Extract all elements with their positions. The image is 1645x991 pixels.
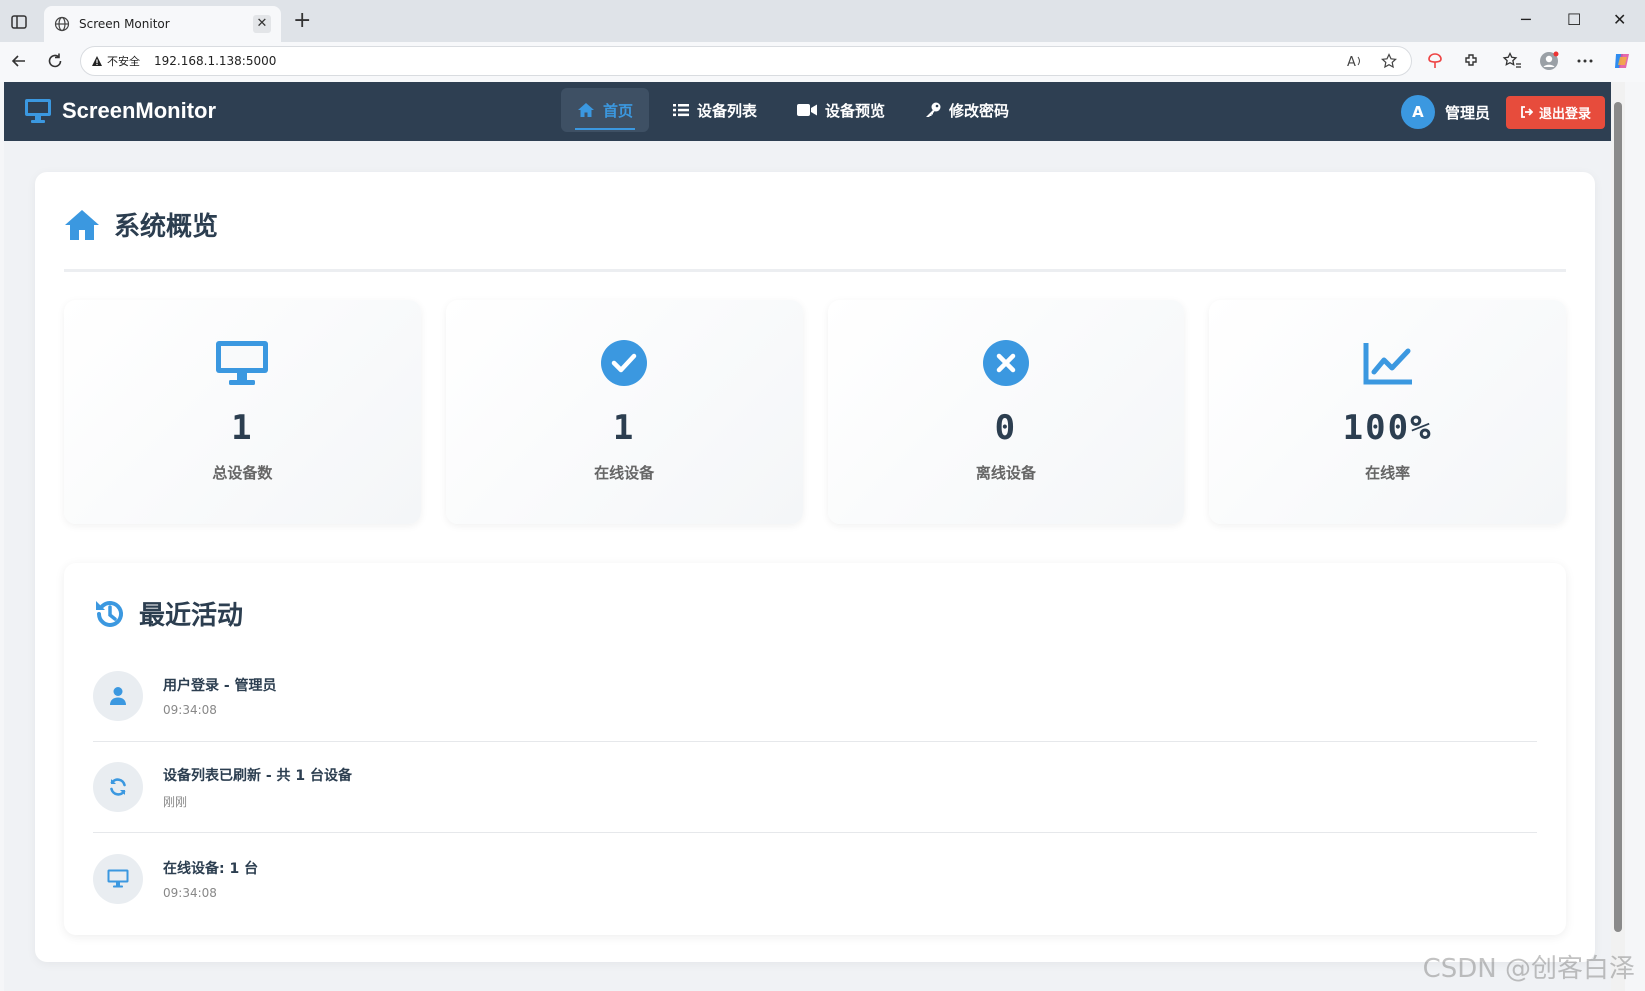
stats-row: 1 总设备数 1 在线设备 0 离线设备 1 00% 在线率	[64, 300, 1566, 524]
nav-change-password[interactable]: 修改密码	[909, 88, 1025, 132]
check-circle-icon	[601, 340, 648, 386]
tab-title: Screen Monitor	[79, 17, 170, 31]
nav-change-password-label: 修改密码	[949, 101, 1010, 120]
stat-label: 在线设备	[594, 464, 655, 482]
desktop-logo-icon	[25, 99, 51, 123]
globe-icon	[54, 16, 70, 32]
overview-panel: 系统概览 1 总设备数 1 在线设备 0 离线设备 100% 在线率 最近活动 …	[35, 172, 1595, 962]
header-divider	[64, 269, 1566, 272]
key-icon	[926, 102, 941, 117]
svg-text:A: A	[1347, 55, 1356, 69]
stat-card-offline-devices: 0 离线设备	[827, 300, 1185, 524]
url-text[interactable]: 192.168.1.138:5000	[154, 54, 276, 68]
favorites-icon[interactable]	[1502, 51, 1522, 71]
security-warning[interactable]: 不安全	[91, 53, 140, 69]
minimize-button[interactable]: ─	[1521, 10, 1531, 29]
desktop-icon	[216, 341, 269, 385]
nav-home-label: 首页	[603, 101, 634, 120]
reload-icon[interactable]	[45, 51, 65, 71]
refresh-icon	[110, 778, 126, 796]
nav-device-preview[interactable]: 设备预览	[781, 88, 901, 132]
activity-text: 用户登录 - 管理员	[163, 678, 277, 694]
activity-time: 09:34:08	[163, 885, 217, 900]
activity-item: 在线设备: 1 台 09:34:08	[93, 833, 1537, 924]
tab-actions-icon[interactable]	[10, 13, 28, 31]
stat-value: 1	[612, 408, 636, 448]
stat-label: 离线设备	[975, 464, 1036, 482]
warning-icon	[92, 56, 102, 66]
stat-label: 在线率	[1365, 464, 1411, 482]
activity-item: 设备列表已刷新 - 共 1 台设备 刚刚	[93, 742, 1537, 833]
stat-label: 总设备数	[212, 464, 273, 482]
activity-header: 最近活动	[93, 595, 243, 632]
line-chart-icon	[1363, 343, 1412, 385]
overview-header: 系统概览	[64, 206, 218, 243]
new-tab-button[interactable]: +	[293, 10, 311, 32]
tab-close-icon[interactable]: ✕	[253, 15, 271, 33]
top-navbar: ScreenMonitor 首页 设备列表 设备预览 修改密码 A 管理员 退出…	[4, 82, 1625, 141]
sign-out-icon	[1521, 106, 1533, 118]
logout-button[interactable]: 退出登录	[1505, 95, 1605, 129]
overview-title: 系统概览	[114, 212, 219, 242]
activity-time: 刚刚	[163, 794, 188, 809]
user-name: 管理员	[1444, 103, 1490, 122]
close-window-button[interactable]: ✕	[1613, 10, 1626, 29]
extensions-icon[interactable]	[1462, 51, 1482, 71]
browser-tabstrip: Screen Monitor ✕ + ─ ☐ ✕	[0, 0, 1645, 42]
logout-label: 退出登录	[1538, 106, 1591, 122]
list-icon	[673, 104, 690, 117]
video-icon	[797, 104, 818, 116]
nav-device-list-label: 设备列表	[697, 101, 758, 120]
back-icon[interactable]	[9, 51, 29, 71]
stat-card-total-devices: 1 总设备数	[64, 300, 421, 524]
nav-home[interactable]: 首页	[561, 88, 650, 132]
address-bar[interactable]: 不安全 192.168.1.138:5000 A	[80, 46, 1412, 76]
read-aloud-icon[interactable]: A	[1347, 53, 1363, 69]
user-avatar[interactable]: A	[1400, 95, 1435, 129]
browser-tab[interactable]: Screen Monitor ✕	[44, 6, 281, 42]
activity-text: 在线设备: 1 台	[163, 860, 259, 877]
favorite-star-icon[interactable]	[1381, 53, 1397, 69]
stat-value: 100%	[1342, 408, 1433, 448]
stat-card-online-devices: 1 在线设备	[445, 300, 803, 524]
activity-list: 用户登录 - 管理员 09:34:08 设备列表已刷新 - 共 1 台设备 刚刚	[93, 651, 1537, 924]
copilot-icon[interactable]	[1612, 51, 1632, 71]
home-icon	[578, 103, 594, 117]
maximize-button[interactable]: ☐	[1567, 10, 1581, 29]
user-area: A 管理员 退出登录	[1400, 95, 1605, 129]
activity-text: 设备列表已刷新 - 共 1 台设备	[163, 767, 353, 784]
user-icon	[110, 687, 126, 705]
history-icon	[96, 600, 123, 627]
app-viewport: ScreenMonitor 首页 设备列表 设备预览 修改密码 A 管理员 退出…	[4, 82, 1625, 991]
extension-lipstick-icon[interactable]	[1425, 51, 1445, 71]
main-nav: 首页 设备列表 设备预览 修改密码	[561, 88, 1025, 132]
security-label: 不安全	[107, 55, 140, 68]
page-scrollbar[interactable]	[1611, 82, 1625, 991]
scrollbar-thumb[interactable]	[1614, 102, 1622, 932]
nav-device-list[interactable]: 设备列表	[657, 88, 773, 132]
stat-card-online-rate: 100% 在线率	[1209, 300, 1566, 524]
profile-avatar-icon[interactable]	[1539, 51, 1559, 71]
home-icon	[65, 209, 99, 240]
desktop-icon	[107, 869, 129, 888]
more-icon[interactable]	[1575, 51, 1595, 71]
activity-item: 用户登录 - 管理员 09:34:08	[93, 651, 1537, 742]
brand[interactable]: ScreenMonitor	[24, 98, 216, 124]
watermark: CSDN @创客白泽	[1422, 954, 1635, 984]
activity-title: 最近活动	[139, 601, 244, 631]
brand-name: ScreenMonitor	[62, 98, 217, 123]
stat-value: 1	[231, 408, 254, 448]
recent-activity-panel: 最近活动 用户登录 - 管理员 09:34:08 设备列表已刷新 - 共 1 台…	[64, 563, 1566, 935]
stat-value: 0	[994, 408, 1018, 448]
nav-device-preview-label: 设备预览	[825, 101, 886, 120]
activity-time: 09:34:08	[163, 703, 217, 717]
x-circle-icon	[982, 340, 1029, 386]
